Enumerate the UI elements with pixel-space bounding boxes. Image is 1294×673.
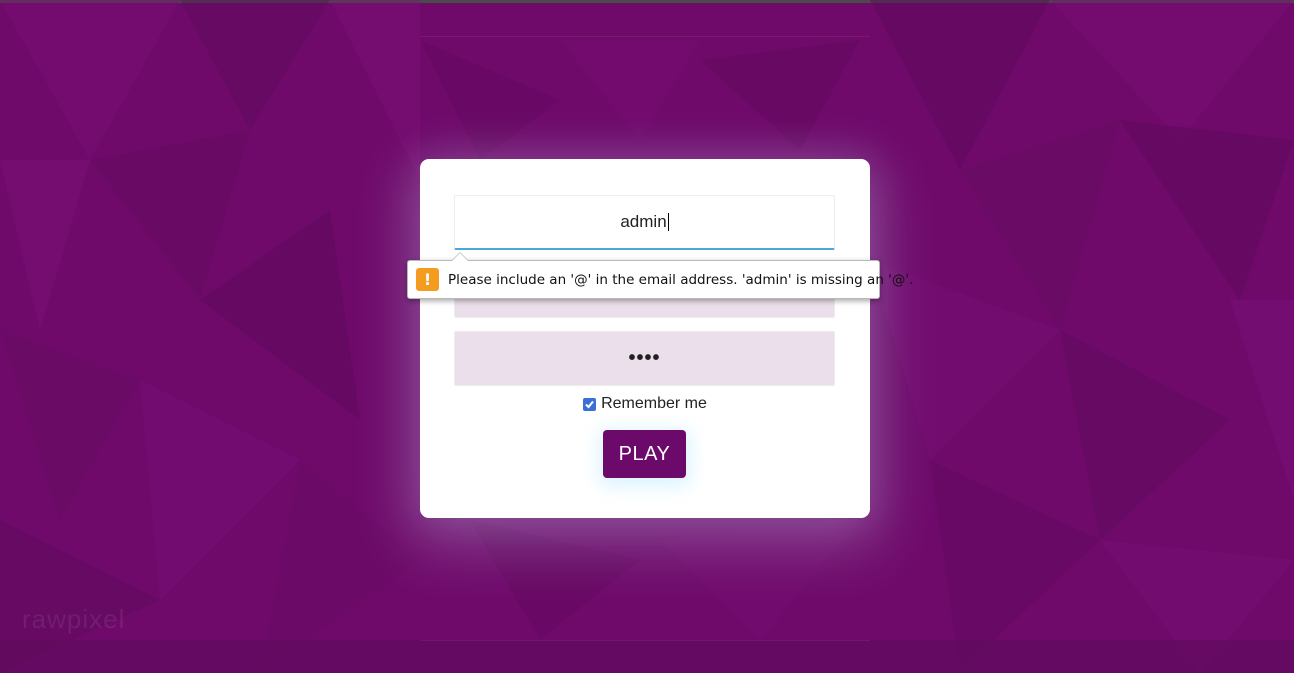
checkmark-icon (585, 400, 594, 408)
password-input-value: •••• (628, 347, 661, 369)
validation-message: Please include an '@' in the email addre… (448, 271, 914, 288)
text-caret (667, 213, 669, 231)
play-button[interactable]: PLAY (603, 430, 686, 478)
tooltip-arrow (452, 253, 468, 261)
login-page: rawpixel admin •••• Remember me PLAY ! P… (0, 0, 1294, 673)
remember-me-row: Remember me (420, 395, 870, 413)
email-input[interactable]: admin (454, 195, 835, 250)
watermark-text: rawpixel (22, 604, 126, 634)
email-input-value: admin (620, 212, 667, 231)
remember-me-label[interactable]: Remember me (601, 395, 707, 413)
password-input[interactable]: •••• (454, 331, 835, 386)
login-card: admin •••• Remember me PLAY (420, 159, 870, 518)
validation-tooltip: ! Please include an '@' in the email add… (407, 260, 913, 299)
remember-me-checkbox[interactable] (583, 397, 597, 411)
warning-icon: ! (416, 268, 439, 291)
